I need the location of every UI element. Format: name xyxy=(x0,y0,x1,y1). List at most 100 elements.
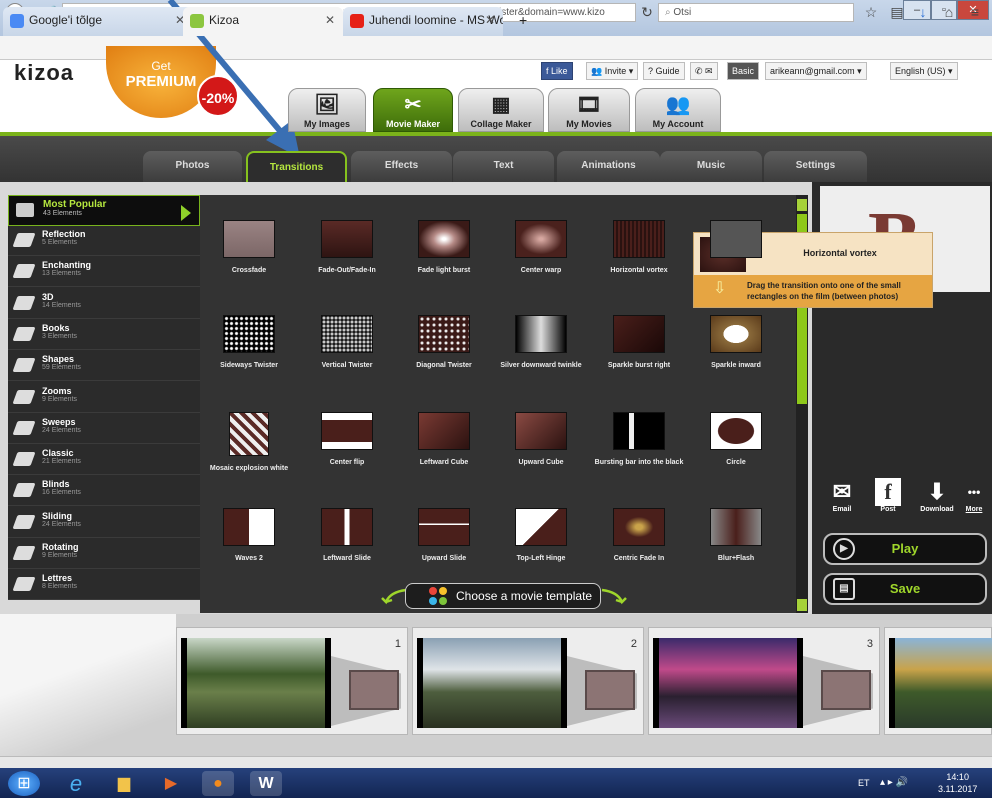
tab-animations[interactable]: Animations xyxy=(557,151,660,182)
transition-tile[interactable]: Sideways Twister xyxy=(200,315,298,370)
expand-arrow-icon[interactable] xyxy=(181,205,191,221)
timeline-photo[interactable] xyxy=(181,638,331,728)
transition-tile[interactable]: Horizontal vortex xyxy=(590,220,688,275)
tab-text[interactable]: Text xyxy=(453,151,554,182)
firefox-icon[interactable]: ● xyxy=(202,771,234,796)
main-tab-collage-maker[interactable]: ▦ Collage Maker xyxy=(458,88,544,132)
media-player-icon[interactable]: ▶ xyxy=(155,771,187,796)
timeline-scrollbar[interactable] xyxy=(0,756,992,768)
scroll-down-button[interactable] xyxy=(797,599,807,611)
library-icon[interactable]: ▤ xyxy=(888,3,906,21)
template-right-arrow-icon[interactable] xyxy=(598,586,628,608)
guide-button[interactable]: ? Guide xyxy=(643,62,685,80)
user-email-dropdown[interactable]: arikeann@gmail.com ▾ xyxy=(765,62,867,80)
transition-tile[interactable]: Leftward Cube xyxy=(395,412,493,467)
email-share-button[interactable]: ✉ Email xyxy=(822,478,862,513)
contact-button[interactable]: ✆ ✉ xyxy=(690,62,718,80)
transition-tile[interactable]: Sparkle inward xyxy=(687,315,785,370)
search-field[interactable]: ⌕ Otsi xyxy=(658,3,854,22)
home-icon[interactable]: ⌂ xyxy=(940,3,958,21)
category-classic[interactable]: Classic 21 Elements xyxy=(8,445,200,476)
more-share-button[interactable]: ••• More xyxy=(960,478,988,513)
category-enchanting[interactable]: Enchanting 13 Elements xyxy=(8,257,200,288)
post-share-button[interactable]: f Post xyxy=(868,478,908,513)
category-sweeps[interactable]: Sweeps 24 Elements xyxy=(8,414,200,444)
timeline-frame[interactable]: 2 xyxy=(412,627,644,735)
transition-tile[interactable]: Vertical Twister xyxy=(298,315,396,370)
kizoa-logo[interactable]: kizoa xyxy=(14,60,74,86)
transition-tile[interactable] xyxy=(687,220,785,266)
category-sliding[interactable]: Sliding 24 Elements xyxy=(8,508,200,538)
timeline-photo[interactable] xyxy=(889,638,992,728)
transition-tile[interactable]: Center flip xyxy=(298,412,396,467)
play-button[interactable]: ▶ Play xyxy=(823,533,987,565)
hamburger-icon[interactable]: ≡ xyxy=(966,3,984,21)
transition-tile[interactable]: Leftward Slide xyxy=(298,508,396,563)
tab-settings[interactable]: Settings xyxy=(764,151,867,182)
category-shapes[interactable]: Shapes 59 Elements xyxy=(8,351,200,382)
facebook-like-button[interactable]: f Like xyxy=(541,62,573,80)
timeline-frame[interactable]: 1 xyxy=(176,627,408,735)
category-rotating[interactable]: Rotating 9 Elements xyxy=(8,539,200,569)
transition-tile[interactable]: Top-Left Hinge xyxy=(492,508,590,563)
transition-tile[interactable]: Blur+Flash xyxy=(687,508,785,563)
tab-effects[interactable]: Effects xyxy=(351,151,452,182)
transition-tile[interactable]: Fade-Out/Fade-In xyxy=(298,220,396,275)
close-tab-icon[interactable]: ✕ xyxy=(325,13,335,27)
browser-tab[interactable]: Juhendi loomine - MS Wor...✕ xyxy=(343,7,503,36)
download-arrow-icon[interactable]: ↓ xyxy=(914,3,932,21)
new-tab-button[interactable]: + xyxy=(510,7,540,36)
transition-tile[interactable]: Center warp xyxy=(492,220,590,275)
transition-tile[interactable]: Mosaic explosion white xyxy=(200,412,298,473)
main-tab-my-account[interactable]: 👥 My Account xyxy=(635,88,721,132)
language-indicator[interactable]: ET xyxy=(858,778,870,788)
transition-tile[interactable]: Fade light burst xyxy=(395,220,493,275)
category-zooms[interactable]: Zooms 9 Elements xyxy=(8,383,200,413)
category-reflection[interactable]: Reflection 5 Elements xyxy=(8,226,200,256)
timeline-frame[interactable] xyxy=(884,627,992,735)
reload-icon[interactable]: ↻ xyxy=(638,3,656,21)
transition-tile[interactable]: Circle xyxy=(687,412,785,467)
category-books[interactable]: Books 3 Elements xyxy=(8,320,200,350)
transition-drop-slot[interactable] xyxy=(585,670,635,710)
file-explorer-icon[interactable]: ▆ xyxy=(108,771,140,796)
tab-music[interactable]: Music xyxy=(660,151,762,182)
scroll-up-button[interactable] xyxy=(797,199,807,211)
transition-tile[interactable]: Diagonal Twister xyxy=(395,315,493,370)
close-tab-icon[interactable]: ✕ xyxy=(485,13,495,27)
taskbar-clock[interactable]: 14:10 3.11.2017 xyxy=(938,771,977,795)
transition-tile[interactable]: Silver downward twinkle xyxy=(492,315,590,370)
main-tab-movie-maker[interactable]: ✂ Movie Maker xyxy=(373,88,453,132)
word-icon[interactable]: W xyxy=(250,771,282,796)
tab-photos[interactable]: Photos xyxy=(143,151,242,182)
category-blinds[interactable]: Blinds 16 Elements xyxy=(8,476,200,507)
timeline-frame[interactable]: 3 xyxy=(648,627,880,735)
transition-drop-slot[interactable] xyxy=(821,670,871,710)
transition-tile[interactable]: Upward Cube xyxy=(492,412,590,467)
category-most-popular[interactable]: Most Popular 43 Elements xyxy=(8,195,200,226)
transition-tile[interactable]: Waves 2 xyxy=(200,508,298,563)
transition-tile[interactable]: Upward Slide xyxy=(395,508,493,563)
transition-tile[interactable]: Crossfade xyxy=(200,220,298,275)
bookmark-icon[interactable]: ☆ xyxy=(862,3,880,21)
transition-tile[interactable]: Bursting bar into the black xyxy=(590,412,688,467)
main-tab-my-movies[interactable]: 🎞 My Movies xyxy=(548,88,630,132)
transition-tile[interactable]: Sparkle burst right xyxy=(590,315,688,370)
tab-transitions[interactable]: Transitions xyxy=(246,151,347,182)
transition-tile[interactable]: Centric Fade In xyxy=(590,508,688,563)
main-tab-my-images[interactable]: 🖼 My Images xyxy=(288,88,366,132)
invite-button[interactable]: 👥 Invite ▾ xyxy=(586,62,639,80)
transition-drop-slot[interactable] xyxy=(349,670,399,710)
browser-tab[interactable]: Kizoa ✕ xyxy=(183,7,343,36)
save-button[interactable]: ▤ Save xyxy=(823,573,987,605)
timeline-photo[interactable] xyxy=(653,638,803,728)
download-share-button[interactable]: ⬇ Download xyxy=(917,478,957,513)
start-icon[interactable]: ⊞ xyxy=(8,771,40,796)
tray-icons[interactable]: ▴ ▸ 🔊 xyxy=(880,777,908,788)
internet-explorer-icon[interactable]: e xyxy=(60,771,92,796)
timeline-photo[interactable] xyxy=(417,638,567,728)
category-3d[interactable]: 3D 14 Elements xyxy=(8,289,200,319)
language-dropdown[interactable]: English (US) ▾ xyxy=(890,62,958,80)
category-lettres[interactable]: Lettres 8 Elements xyxy=(8,570,200,601)
browser-tab[interactable]: Google'i tõlge ✕ xyxy=(3,7,193,36)
